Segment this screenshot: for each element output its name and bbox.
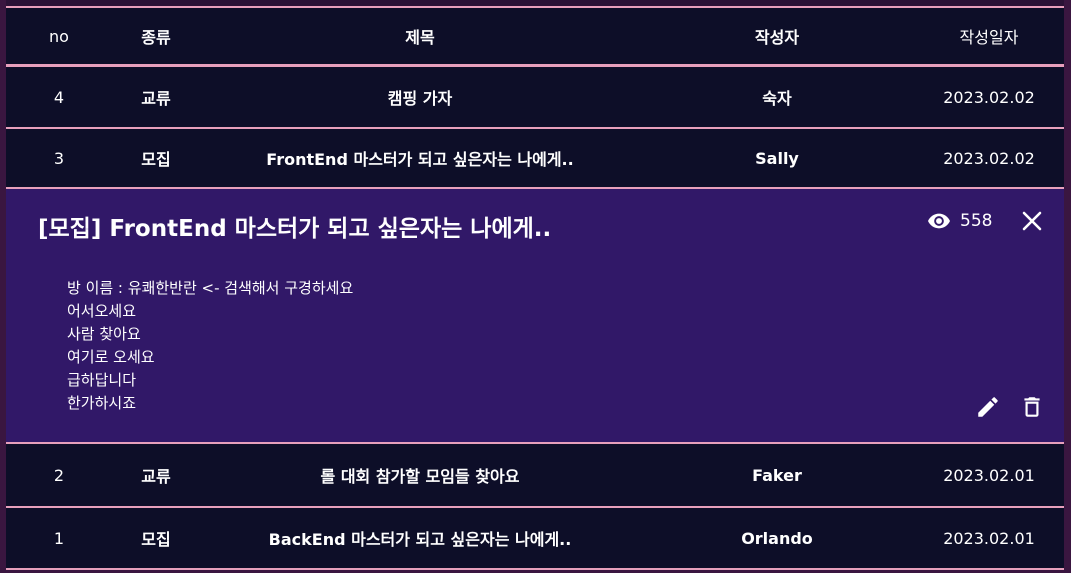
- body-line: 한가하시죠: [67, 394, 137, 412]
- row-date: 2023.02.02: [943, 87, 1035, 107]
- row-date: 2023.02.01: [943, 465, 1035, 485]
- row-kind: 모집: [141, 530, 171, 549]
- row-author: 숙자: [762, 89, 792, 108]
- row-title[interactable]: BackEnd 마스터가 되고 싶은자는 나에게..: [200, 526, 640, 550]
- body-line: 사람 찾아요: [67, 325, 141, 343]
- body-line: 어서오세요: [67, 302, 137, 320]
- post-detail-body: 방 이름 : 유쾌한반란 <- 검색해서 구경하세요 어서오세요 사람 찾아요 …: [67, 277, 353, 415]
- view-count-value: 558: [960, 211, 993, 231]
- table-row[interactable]: 2 교류 롤 대회 참가할 모임들 찾아요 Faker 2023.02.01: [6, 444, 1064, 506]
- post-detail-title: [모집] FrontEnd 마스터가 되고 싶은자는 나에게..: [38, 216, 552, 242]
- row-author: Orlando: [741, 528, 813, 548]
- table-row[interactable]: 1 모집 BackEnd 마스터가 되고 싶은자는 나에게.. Orlando …: [6, 508, 1064, 568]
- row-date: 2023.02.01: [943, 528, 1035, 548]
- close-icon[interactable]: [1020, 209, 1044, 233]
- row-title[interactable]: 롤 대회 참가할 모임들 찾아요: [200, 463, 640, 487]
- separator: [6, 568, 1064, 570]
- table-header: no 종류 제목 작성자 작성일자: [6, 8, 1064, 64]
- eye-icon: [928, 213, 950, 229]
- post-detail-panel: [모집] FrontEnd 마스터가 되고 싶은자는 나에게.. 558 방 이…: [6, 189, 1064, 442]
- table-row[interactable]: 4 교류 캠핑 가자 숙자 2023.02.02: [6, 67, 1064, 127]
- body-line: 방 이름 : 유쾌한반란 <- 검색해서 구경하세요: [67, 279, 354, 297]
- header-no: no: [49, 26, 69, 46]
- body-line: 급하답니다: [67, 371, 137, 389]
- row-kind: 모집: [141, 150, 171, 169]
- row-no: 1: [53, 528, 65, 548]
- row-no: 4: [53, 87, 65, 107]
- trash-icon[interactable]: [1019, 394, 1045, 420]
- header-author: 작성자: [754, 28, 800, 47]
- row-date: 2023.02.02: [943, 148, 1035, 168]
- pencil-icon[interactable]: [975, 394, 1001, 420]
- table-row[interactable]: 3 모집 FrontEnd 마스터가 되고 싶은자는 나에게.. Sally 2…: [6, 129, 1064, 187]
- body-line: 여기로 오세요: [67, 348, 155, 366]
- row-no: 2: [53, 465, 65, 485]
- view-count: 558: [928, 211, 992, 231]
- row-title[interactable]: FrontEnd 마스터가 되고 싶은자는 나에게..: [200, 146, 640, 170]
- row-title[interactable]: 캠핑 가자: [200, 85, 640, 109]
- header-date: 작성일자: [959, 28, 1019, 47]
- row-kind: 교류: [141, 89, 171, 108]
- header-title: 제목: [405, 28, 435, 47]
- row-author: Faker: [752, 465, 802, 485]
- row-kind: 교류: [141, 467, 171, 486]
- row-no: 3: [53, 148, 65, 168]
- board-table: no 종류 제목 작성자 작성일자 4 교류 캠핑 가자 숙자 2023.02.…: [6, 0, 1064, 573]
- header-kind: 종류: [141, 28, 171, 47]
- row-author: Sally: [755, 148, 799, 168]
